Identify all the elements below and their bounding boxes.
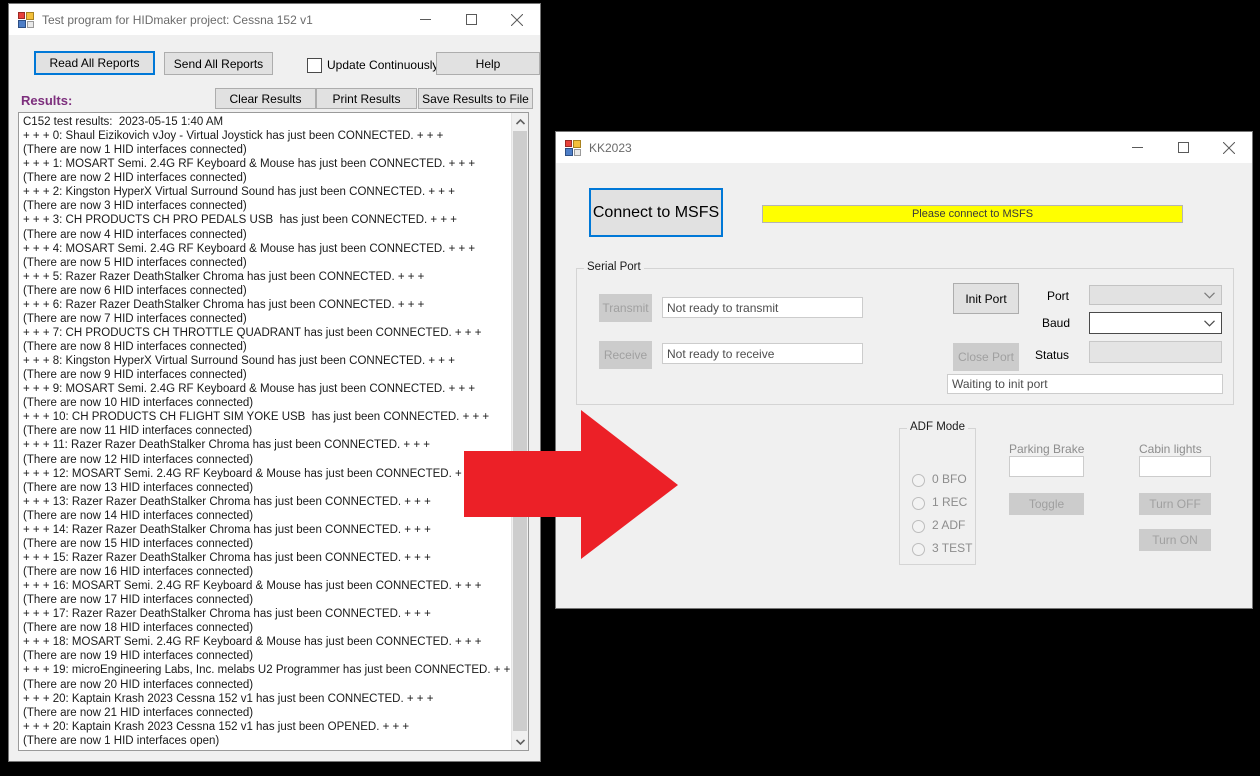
minimize-icon[interactable] bbox=[402, 4, 448, 35]
window-hidmaker-test-program: Test program for HIDmaker project: Cessn… bbox=[8, 3, 541, 762]
scroll-up-icon[interactable] bbox=[512, 113, 528, 130]
parking-brake-field bbox=[1009, 456, 1084, 477]
adf-mode-group-title: ADF Mode bbox=[907, 421, 968, 433]
transmit-button[interactable]: Transmit bbox=[599, 294, 652, 322]
serial-port-group-title: Serial Port bbox=[584, 261, 644, 273]
parking-brake-toggle-button[interactable]: Toggle bbox=[1009, 493, 1084, 515]
adf-radio-0-bfo-label: 0 BFO bbox=[932, 472, 967, 486]
results-label: Results: bbox=[21, 93, 73, 108]
adf-radio-2-adf-label: 2 ADF bbox=[932, 518, 966, 532]
baud-combobox[interactable] bbox=[1089, 312, 1222, 334]
clear-results-button[interactable]: Clear Results bbox=[215, 88, 316, 109]
minimize-icon[interactable] bbox=[1114, 132, 1160, 163]
close-icon[interactable] bbox=[494, 4, 540, 35]
update-continuously-checkbox[interactable] bbox=[307, 58, 322, 73]
adf-radio-1-rec[interactable] bbox=[912, 497, 925, 510]
port-combobox[interactable] bbox=[1089, 285, 1222, 305]
window-controls-kk2023 bbox=[1114, 132, 1252, 163]
titlebar-kk2023[interactable]: KK2023 bbox=[556, 132, 1252, 163]
connect-to-msfs-button[interactable]: Connect to MSFS bbox=[589, 188, 723, 237]
close-icon[interactable] bbox=[1206, 132, 1252, 163]
print-results-button[interactable]: Print Results bbox=[316, 88, 417, 109]
cabin-lights-field bbox=[1139, 456, 1211, 477]
adf-mode-group: ADF Mode 0 BFO 1 REC 2 ADF 3 TEST bbox=[899, 421, 976, 565]
receive-button[interactable]: Receive bbox=[599, 341, 652, 369]
window-title: KK2023 bbox=[589, 140, 632, 155]
cabin-lights-label: Cabin lights bbox=[1139, 442, 1202, 456]
maximize-icon[interactable] bbox=[448, 4, 494, 35]
results-textarea[interactable]: C152 test results: 2023-05-15 1:40 AM + … bbox=[18, 112, 529, 751]
adf-radio-3-test-label: 3 TEST bbox=[932, 541, 973, 555]
adf-radio-1-rec-label: 1 REC bbox=[932, 495, 968, 509]
cabin-lights-turn-on-button[interactable]: Turn ON bbox=[1139, 529, 1211, 551]
transmit-status-field: Not ready to transmit bbox=[662, 297, 863, 318]
receive-status-field: Not ready to receive bbox=[662, 343, 863, 364]
window-controls-hidmaker bbox=[402, 4, 540, 35]
cabin-lights-turn-off-button[interactable]: Turn OFF bbox=[1139, 493, 1211, 515]
scroll-down-icon[interactable] bbox=[512, 733, 528, 750]
titlebar-hidmaker[interactable]: Test program for HIDmaker project: Cessn… bbox=[9, 4, 540, 35]
maximize-icon[interactable] bbox=[1160, 132, 1206, 163]
send-all-reports-button[interactable]: Send All Reports bbox=[164, 52, 273, 75]
read-all-reports-button[interactable]: Read All Reports bbox=[34, 51, 155, 75]
adf-radio-0-bfo[interactable] bbox=[912, 474, 925, 487]
update-continuously-label: Update Continuously bbox=[327, 58, 439, 72]
msfs-connection-status: Please connect to MSFS bbox=[762, 205, 1183, 223]
window-title: Test program for HIDmaker project: Cessn… bbox=[42, 12, 313, 27]
port-label: Port bbox=[1047, 289, 1070, 303]
baud-label: Baud bbox=[1042, 316, 1071, 330]
chevron-down-icon bbox=[1204, 319, 1215, 327]
red-right-arrow bbox=[464, 410, 678, 559]
help-button[interactable]: Help bbox=[436, 52, 540, 75]
results-text-content: C152 test results: 2023-05-15 1:40 AM + … bbox=[23, 116, 520, 747]
app-icon bbox=[18, 11, 34, 28]
save-results-to-file-button[interactable]: Save Results to File bbox=[418, 88, 533, 109]
adf-radio-2-adf[interactable] bbox=[912, 520, 925, 533]
init-port-button[interactable]: Init Port bbox=[953, 283, 1019, 314]
parking-brake-label: Parking Brake bbox=[1009, 442, 1085, 456]
port-state-field: Waiting to init port bbox=[947, 374, 1223, 394]
serial-port-group: Serial Port Transmit Not ready to transm… bbox=[576, 261, 1234, 405]
close-port-button[interactable]: Close Port bbox=[953, 343, 1019, 371]
adf-radio-3-test[interactable] bbox=[912, 543, 925, 556]
status-field bbox=[1089, 341, 1222, 363]
status-label: Status bbox=[1035, 348, 1070, 362]
chevron-down-icon bbox=[1204, 291, 1215, 299]
app-icon bbox=[565, 139, 581, 156]
